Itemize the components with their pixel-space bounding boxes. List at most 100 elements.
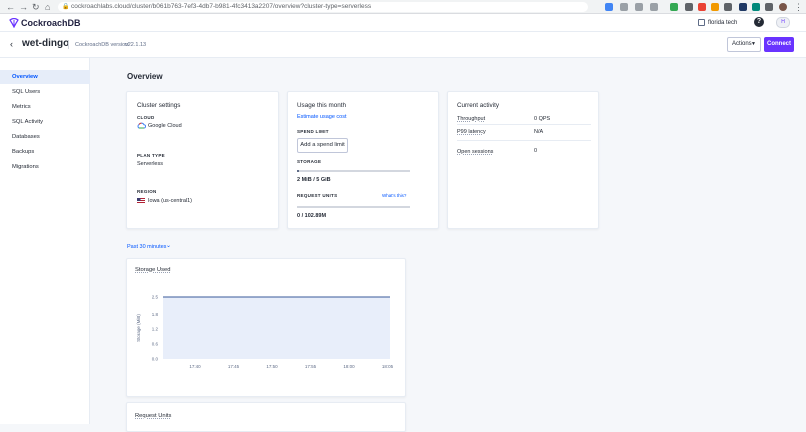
- sidebar-item-sql-activity[interactable]: SQL Activity: [0, 115, 90, 129]
- chevron-down-icon: ▼: [751, 41, 756, 47]
- storage-progress-fill: [297, 170, 300, 172]
- actions-button-label: Actions: [732, 41, 752, 47]
- url-text: cockroachlabs.cloud/cluster/b061b763-7ef…: [71, 3, 372, 10]
- extension-icon[interactable]: [685, 3, 693, 11]
- throughput-label[interactable]: Throughput: [457, 115, 485, 123]
- whats-this-link[interactable]: What's this?: [382, 192, 406, 200]
- extension-icon[interactable]: [635, 3, 643, 11]
- request-units-value: 0 / 102.89M: [297, 213, 327, 219]
- card-title: Cluster settings: [137, 102, 181, 109]
- back-arrow-icon[interactable]: ←: [6, 2, 15, 12]
- y-tick-label: 0.0: [152, 357, 159, 362]
- cockroach-logo-icon: [9, 18, 19, 28]
- request-units-caption: REQUEST UNITS: [297, 193, 338, 198]
- app-logo-text[interactable]: CockroachDB: [21, 17, 81, 29]
- x-tick-label: 18:05: [382, 364, 394, 369]
- organization-icon: [698, 19, 705, 26]
- sidebar-item-databases[interactable]: Databases: [0, 130, 90, 144]
- home-icon[interactable]: ⌂: [45, 2, 50, 12]
- extension-icon[interactable]: [711, 3, 719, 11]
- time-range-selector[interactable]: Past 30 minutes: [127, 243, 166, 251]
- x-tick-label: 17:50: [266, 364, 278, 369]
- add-spend-limit-button[interactable]: Add a spend limit: [297, 138, 348, 153]
- sidebar-item-migrations[interactable]: Migrations: [0, 160, 90, 174]
- connect-button[interactable]: Connect: [764, 37, 794, 52]
- us-flag-icon: [137, 198, 145, 204]
- back-chevron-icon[interactable]: ‹: [10, 39, 13, 49]
- profile-icon[interactable]: [779, 3, 787, 11]
- cloud-value: Google Cloud: [148, 123, 182, 129]
- x-tick-label: 18:00: [343, 364, 355, 369]
- estimate-usage-link[interactable]: Estimate usage cost: [297, 113, 347, 121]
- forward-arrow-icon[interactable]: →: [19, 2, 28, 12]
- series-area: [163, 297, 390, 359]
- app-header: CockroachDB florida tech ? H: [0, 14, 806, 32]
- y-tick-label: 2.5: [152, 295, 159, 300]
- sidebar: Overview SQL Users Metrics SQL Activity …: [0, 58, 90, 424]
- card-title: Usage this month: [297, 102, 347, 109]
- x-tick-label: 17:45: [228, 364, 240, 369]
- version-label: CockroachDB version:: [75, 42, 130, 48]
- help-icon[interactable]: ?: [754, 17, 764, 27]
- page-title: Overview: [127, 72, 163, 81]
- reload-icon[interactable]: ↻: [32, 2, 40, 12]
- storage-used-chart-card: Storage Used Storage (MiB) 0.0 0.6 1.2 1.8 2.…: [126, 258, 406, 397]
- region-caption: REGION: [137, 189, 157, 194]
- extension-icon[interactable]: [650, 3, 658, 11]
- usage-card: Usage this month Estimate usage cost SPE…: [287, 91, 439, 229]
- header-divider: [68, 40, 69, 49]
- google-cloud-icon: [137, 122, 146, 129]
- plan-type-value: Serverless: [137, 161, 163, 167]
- open-sessions-label[interactable]: Open sessions: [457, 148, 493, 156]
- extension-icon[interactable]: [620, 3, 628, 11]
- sidebar-item-sql-users[interactable]: SQL Users: [0, 85, 90, 99]
- request-units-progress-bar: [297, 206, 410, 208]
- cluster-header: ‹ wet-dingo CockroachDB version: v22.1.1…: [0, 32, 806, 58]
- address-bar[interactable]: 🔒 cockroachlabs.cloud/cluster/b061b763-7…: [58, 2, 588, 12]
- storage-caption: STORAGE: [297, 159, 322, 164]
- y-axis-label: Storage (MiB): [136, 314, 141, 342]
- storage-progress-bar: [297, 170, 410, 172]
- sidebar-item-overview[interactable]: Overview: [0, 70, 90, 84]
- extension-icon[interactable]: [739, 3, 747, 11]
- x-tick-label: 17:55: [305, 364, 317, 369]
- card-title: Current activity: [457, 102, 499, 109]
- throughput-value: 0 QPS: [534, 116, 551, 122]
- menu-dots-icon[interactable]: ⋮: [794, 2, 803, 12]
- row-divider: [457, 140, 591, 141]
- extension-icon[interactable]: [698, 3, 706, 11]
- cluster-settings-card: Cluster settings CLOUD Google Cloud PLAN…: [126, 91, 279, 229]
- lock-icon: 🔒: [62, 4, 70, 10]
- extension-icon[interactable]: [605, 3, 613, 11]
- extension-icon[interactable]: [752, 3, 760, 11]
- sidebar-item-metrics[interactable]: Metrics: [0, 100, 90, 114]
- region-value: Iowa (us-central1): [148, 198, 193, 204]
- sidebar-item-backups[interactable]: Backups: [0, 145, 90, 159]
- puzzle-icon[interactable]: [765, 3, 773, 11]
- version-value: v22.1.13: [125, 42, 147, 48]
- current-activity-card: Current activity Throughput 0 QPS P99 la…: [447, 91, 599, 229]
- chevron-down-icon[interactable]: ⌄: [166, 242, 171, 250]
- extension-icon[interactable]: [670, 3, 678, 11]
- storage-used-chart: Storage (MiB) 0.0 0.6 1.2 1.8 2.5 17:40 17:45 17…: [136, 295, 394, 370]
- row-divider: [457, 124, 591, 125]
- extension-icon[interactable]: [724, 3, 732, 11]
- chart-title: Request Units: [135, 413, 172, 419]
- y-tick-label: 0.6: [152, 342, 159, 347]
- actions-button[interactable]: Actions ▼: [727, 37, 761, 52]
- spend-limit-caption: SPEND LIMIT: [297, 129, 329, 134]
- cluster-name: wet-dingo: [22, 38, 70, 49]
- cloud-caption: CLOUD: [137, 115, 155, 120]
- p99-latency-label[interactable]: P99 latency: [457, 128, 486, 136]
- open-sessions-value: 0: [534, 148, 538, 154]
- storage-value: 2 MiB / 5 GiB: [297, 177, 331, 183]
- y-tick-label: 1.2: [152, 327, 159, 332]
- y-tick-label: 1.8: [152, 312, 159, 317]
- request-units-chart-card: Request Units: [126, 402, 406, 432]
- organization-name[interactable]: florida tech: [708, 18, 737, 28]
- browser-toolbar: ← → ↻ ⌂ 🔒 cockroachlabs.cloud/cluster/b0…: [0, 0, 806, 14]
- plan-type-caption: PLAN TYPE: [137, 153, 165, 158]
- p99-latency-value: N/A: [534, 129, 544, 135]
- x-tick-label: 17:40: [189, 364, 201, 369]
- avatar[interactable]: H: [776, 17, 790, 28]
